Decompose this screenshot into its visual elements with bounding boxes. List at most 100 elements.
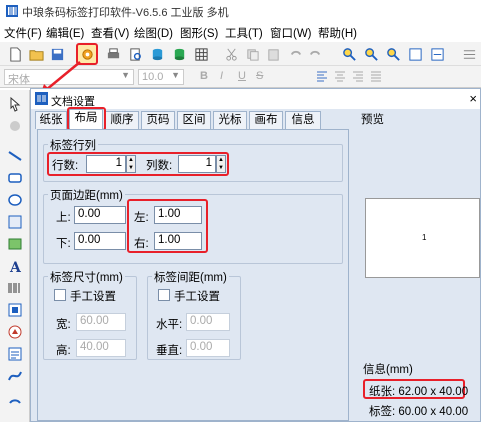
preview-page-number: 1 — [422, 233, 427, 242]
tab-paper[interactable]: 纸张 — [35, 111, 67, 129]
barcode-tool-icon[interactable] — [5, 278, 25, 298]
zoom-actual-icon[interactable] — [384, 45, 402, 63]
fit-page-icon[interactable] — [406, 45, 424, 63]
layout-tab-highlight — [67, 107, 106, 131]
arc-tool-icon[interactable] — [5, 388, 25, 408]
preview-area: 预览 1 信息(mm) 纸张: 62.00 x 40.00 标签: 60.00 … — [359, 111, 480, 421]
shape-tool-icon[interactable] — [5, 322, 25, 342]
width-input[interactable]: 60.00 — [76, 313, 126, 331]
copy-icon[interactable] — [243, 45, 261, 63]
polygon-tool-icon[interactable] — [5, 212, 25, 232]
label-gap-group-title: 标签间距(mm) — [152, 269, 229, 285]
preview-title: 预览 — [361, 114, 384, 126]
image-tool-icon[interactable] — [5, 234, 25, 254]
tab-page-number[interactable]: 页码 — [141, 111, 175, 129]
menu-view[interactable]: 查看(V) — [91, 25, 129, 41]
label-size-group-title: 标签尺寸(mm) — [48, 269, 125, 285]
database-icon[interactable] — [148, 45, 166, 63]
menu-file[interactable]: 文件(F) — [4, 25, 42, 41]
height-input[interactable]: 40.00 — [76, 339, 126, 357]
font-size-value: 10.0 — [142, 71, 164, 83]
vertical-gap-label: 垂直: — [156, 345, 183, 357]
rectangle-tool-icon[interactable] — [5, 168, 25, 188]
align-icon[interactable] — [460, 45, 478, 63]
justify-icon[interactable] — [370, 70, 382, 82]
curve-tool-icon[interactable] — [5, 366, 25, 386]
left-margin-input[interactable]: 1.00 — [154, 206, 202, 224]
dialog-title-bar: 文档设置 × — [31, 89, 480, 109]
tab-cursor[interactable]: 光标 — [213, 111, 247, 129]
paste-icon[interactable] — [264, 45, 282, 63]
tool-palette: A — [0, 90, 30, 422]
tab-range[interactable]: 区间 — [177, 111, 211, 129]
top-margin-input[interactable]: 0.00 — [74, 206, 126, 224]
bold-button[interactable]: B — [200, 70, 208, 82]
database-settings-icon[interactable] — [170, 45, 188, 63]
align-left-icon[interactable] — [316, 70, 328, 82]
rows-stepper[interactable]: ▲ ▼ — [126, 155, 136, 173]
close-icon[interactable]: × — [469, 91, 477, 106]
svg-text:A: A — [9, 260, 22, 274]
cut-icon[interactable] — [222, 45, 240, 63]
preview-paper: 1 — [365, 198, 480, 278]
right-margin-input[interactable]: 1.00 — [154, 232, 202, 250]
left-margin-label: 左: — [134, 212, 149, 224]
pan-tool-icon[interactable] — [5, 116, 25, 136]
label-size-manual-label: 手工设置 — [70, 291, 116, 303]
width-label: 宽: — [56, 319, 71, 331]
line-tool-icon[interactable] — [5, 146, 25, 166]
horizontal-gap-label: 水平: — [156, 319, 183, 331]
qrcode-tool-icon[interactable] — [5, 300, 25, 320]
menu-window[interactable]: 窗口(W) — [270, 25, 312, 41]
menu-shape[interactable]: 图形(S) — [180, 25, 218, 41]
font-size-select[interactable]: 10.0 ▼ — [138, 69, 184, 85]
table-tool-icon[interactable] — [5, 344, 25, 364]
info-title: 信息(mm) — [363, 364, 413, 376]
paper-size-info: 纸张: 62.00 x 40.00 — [369, 386, 469, 398]
page-margins-group-title: 页面边距(mm) — [48, 187, 125, 203]
menu-draw[interactable]: 绘图(D) — [134, 25, 173, 41]
italic-button[interactable]: I — [220, 70, 223, 82]
menu-help[interactable]: 帮助(H) — [318, 25, 357, 41]
bottom-margin-label: 下: — [56, 238, 71, 250]
cols-input[interactable]: 1 — [178, 155, 216, 173]
ellipse-tool-icon[interactable] — [5, 190, 25, 210]
print-preview-icon[interactable] — [126, 45, 144, 63]
fit-width-icon[interactable] — [428, 45, 446, 63]
align-center-icon[interactable] — [334, 70, 346, 82]
grid-icon[interactable] — [192, 45, 210, 63]
new-file-icon[interactable] — [6, 45, 24, 63]
menu-tools[interactable]: 工具(T) — [225, 25, 263, 41]
print-icon[interactable] — [104, 45, 122, 63]
strike-button[interactable]: S — [256, 70, 263, 82]
chevron-down-icon: ▼ — [121, 70, 130, 80]
tab-canvas[interactable]: 画布 — [249, 111, 283, 129]
title-bar: 中琅条码标签打印软件-V6.5.6 工业版 多机 — [0, 0, 481, 22]
text-tool-icon[interactable]: A — [5, 256, 25, 276]
tab-info[interactable]: 信息 — [285, 111, 321, 129]
app-logo-icon — [6, 5, 18, 17]
top-margin-label: 上: — [56, 212, 71, 224]
rows-input[interactable]: 1 — [86, 155, 126, 173]
height-label: 高: — [56, 345, 71, 357]
tab-order[interactable]: 顺序 — [105, 111, 139, 129]
label-gap-manual-label: 手工设置 — [174, 291, 220, 303]
menu-edit[interactable]: 编辑(E) — [46, 25, 84, 41]
align-right-icon[interactable] — [352, 70, 364, 82]
right-margin-label: 右: — [134, 238, 149, 250]
zoom-out-icon[interactable] — [362, 45, 380, 63]
underline-button[interactable]: U — [238, 70, 246, 82]
label-gap-manual-checkbox[interactable] — [158, 289, 170, 301]
cols-label: 列数: — [146, 160, 173, 172]
label-size-manual-checkbox[interactable] — [54, 289, 66, 301]
pointer-tool-icon[interactable] — [5, 94, 25, 114]
horizontal-gap-input[interactable]: 0.00 — [186, 313, 230, 331]
bottom-margin-input[interactable]: 0.00 — [74, 232, 126, 250]
layout-panel: 标签行列 行数: 1 ▲ ▼ 列数: 1 ▲ ▼ 页面边距(mm) 上: 0.00 … — [37, 129, 349, 421]
vertical-gap-input[interactable]: 0.00 — [186, 339, 230, 357]
cols-stepper[interactable]: ▲ ▼ — [216, 155, 226, 173]
redo-icon[interactable] — [306, 45, 324, 63]
zoom-in-icon[interactable] — [340, 45, 358, 63]
document-settings-dialog: 文档设置 × 纸张 布局 顺序 页码 区间 光标 画布 信息 标签行列 行数: … — [30, 88, 481, 422]
undo-icon[interactable] — [286, 45, 304, 63]
